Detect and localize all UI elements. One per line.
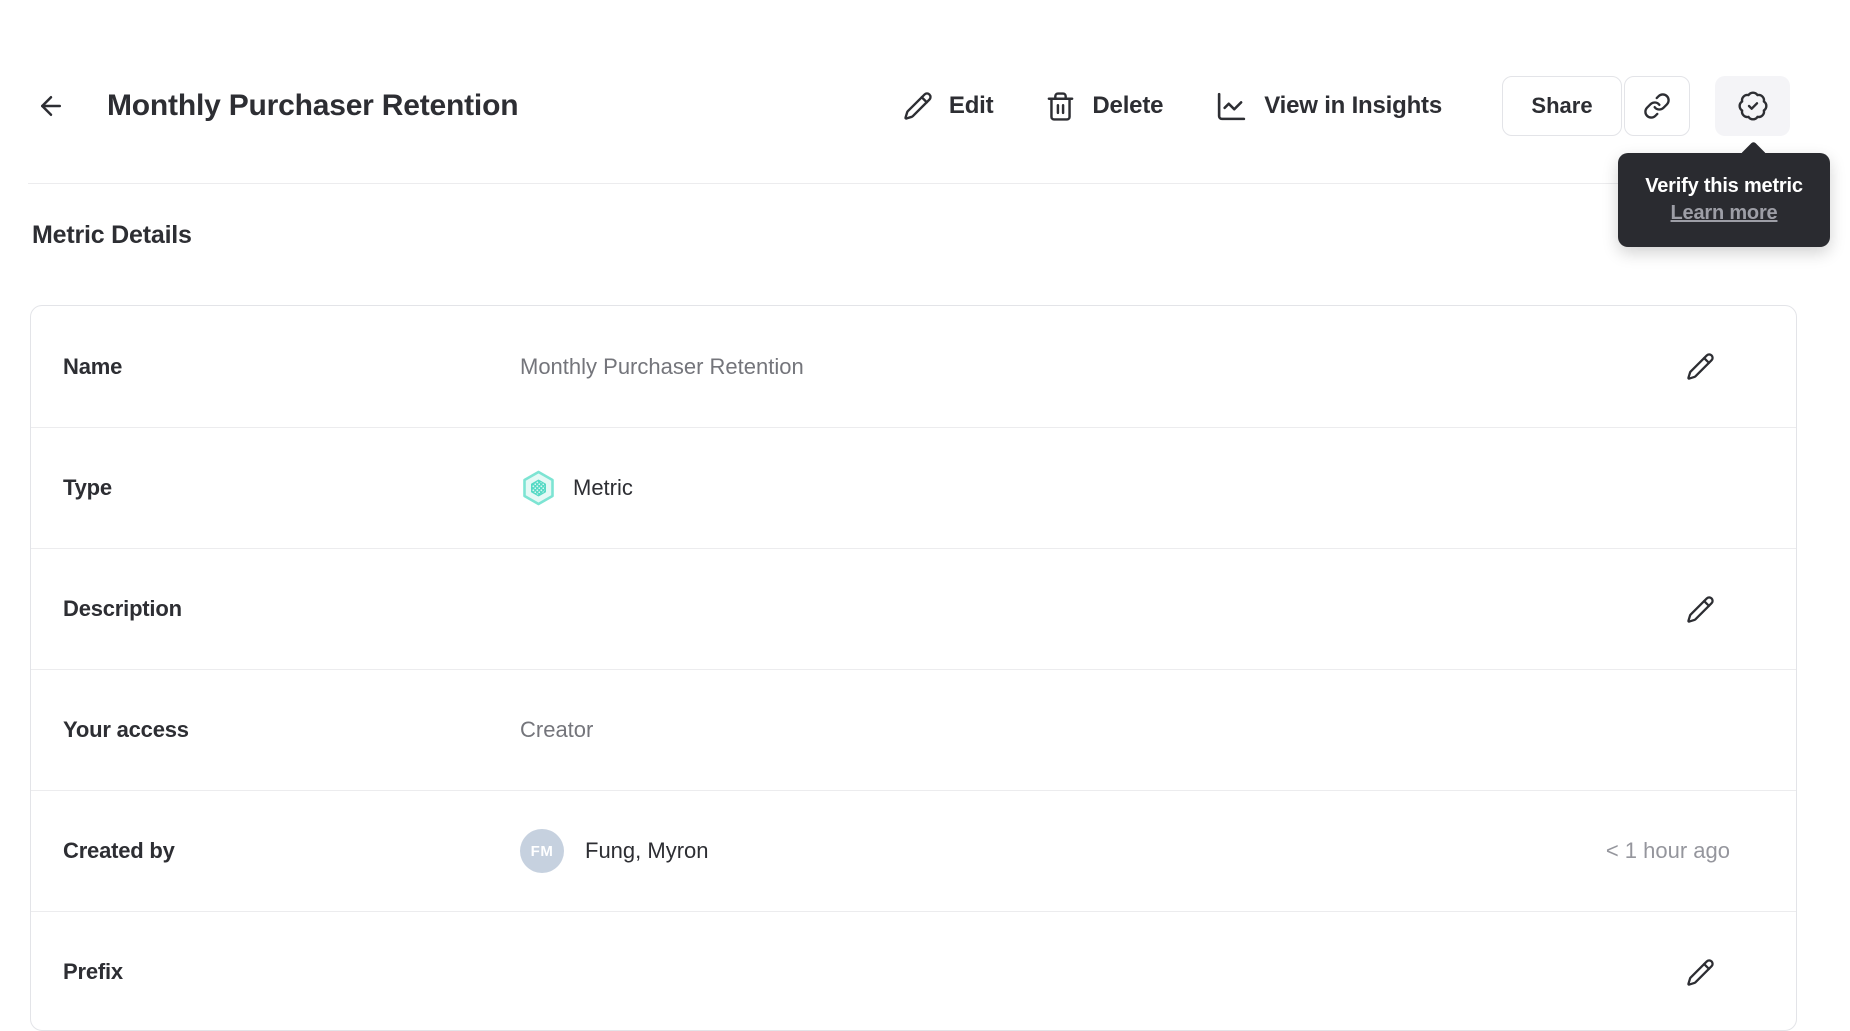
row-label: Created by: [63, 838, 175, 863]
edit-name-button[interactable]: [1685, 352, 1715, 382]
pencil-icon: [1686, 353, 1714, 380]
avatar: FM: [520, 829, 564, 873]
header-actions: Edit Delete View in Insights Share: [903, 76, 1790, 136]
share-button[interactable]: Share: [1502, 76, 1622, 136]
verify-tooltip: Verify this metric Learn more: [1618, 153, 1830, 247]
delete-button-label: Delete: [1092, 92, 1164, 119]
page-title: Monthly Purchaser Retention: [107, 89, 519, 122]
row-label: Name: [63, 353, 123, 379]
created-by-name: Fung, Myron: [585, 838, 709, 863]
row-label: Your access: [63, 717, 189, 742]
edit-description-button[interactable]: [1685, 594, 1715, 624]
line-chart-icon: [1218, 92, 1246, 120]
detail-row-created-by: Created by FM Fung, Myron < 1 hour ago: [31, 790, 1796, 911]
top-bar: Monthly Purchaser Retention Edit Delete …: [0, 0, 1850, 184]
detail-row-name: Name Monthly Purchaser Retention: [31, 306, 1796, 427]
edit-prefix-button[interactable]: [1685, 957, 1715, 987]
tooltip-title: Verify this metric: [1645, 175, 1803, 197]
delete-button[interactable]: Delete: [1045, 91, 1163, 122]
row-label: Prefix: [63, 959, 123, 984]
copy-link-button[interactable]: [1624, 76, 1690, 136]
metric-type-label: Metric: [573, 475, 633, 500]
section-title: Metric Details: [32, 221, 192, 249]
metric-detail-page: Monthly Purchaser Retention Edit Delete …: [0, 0, 1850, 1031]
back-button[interactable]: [34, 76, 68, 136]
badge-check-icon: [1737, 91, 1768, 121]
share-button-label: Share: [1531, 93, 1593, 118]
arrow-left-icon: [41, 96, 61, 116]
metric-type-value: Metric: [520, 469, 1730, 507]
detail-row-type: Type Metric: [31, 427, 1796, 548]
created-by-value: FM Fung, Myron: [520, 829, 1606, 873]
row-label: Type: [63, 475, 112, 500]
detail-row-access: Your access Creator: [31, 669, 1796, 790]
metric-name-value: Monthly Purchaser Retention: [520, 353, 804, 379]
your-access-value: Creator: [520, 717, 594, 742]
trash-icon: [1048, 91, 1074, 121]
row-label: Description: [63, 596, 182, 621]
edit-button[interactable]: Edit: [903, 91, 994, 121]
metric-details-card: Name Monthly Purchaser Retention Type Me…: [30, 305, 1797, 1031]
tooltip-learn-more-link[interactable]: Learn more: [1671, 202, 1778, 225]
link-icon: [1644, 93, 1670, 119]
view-in-insights-label: View in Insights: [1264, 92, 1442, 119]
verify-metric-button[interactable]: [1715, 76, 1790, 136]
detail-row-description: Description: [31, 548, 1796, 669]
metric-hexagon-icon: [520, 469, 557, 507]
pencil-icon: [1686, 958, 1714, 986]
pencil-icon: [904, 92, 932, 120]
edit-button-label: Edit: [948, 92, 994, 119]
detail-row-prefix: Prefix: [31, 911, 1796, 1030]
created-timestamp: < 1 hour ago: [1605, 838, 1730, 863]
view-in-insights-button[interactable]: View in Insights: [1215, 90, 1442, 123]
pencil-icon: [1686, 595, 1714, 623]
